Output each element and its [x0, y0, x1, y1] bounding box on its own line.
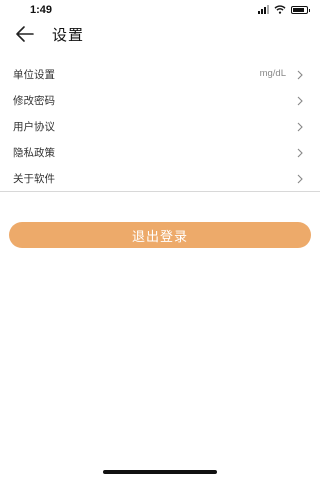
status-time: 1:49 — [30, 4, 53, 16]
chevron-right-icon — [297, 96, 303, 106]
settings-item-privacy-policy[interactable]: 隐私政策 — [0, 140, 320, 166]
battery-icon — [291, 5, 310, 14]
logout-button[interactable]: 退出登录 — [9, 222, 311, 248]
wifi-icon — [274, 5, 286, 14]
settings-item-change-password[interactable]: 修改密码 — [0, 88, 320, 114]
back-arrow-icon[interactable] — [14, 24, 36, 44]
settings-item-label: 修改密码 — [13, 95, 55, 107]
settings-item-label: 隐私政策 — [13, 147, 55, 159]
page-title: 设置 — [52, 26, 85, 44]
header: 设置 — [0, 22, 320, 46]
settings-item-user-agreement[interactable]: 用户协议 — [0, 114, 320, 140]
unit-value: mg/dL — [259, 68, 286, 79]
settings-item-label: 用户协议 — [13, 121, 55, 133]
settings-item-about[interactable]: 关于软件 — [0, 166, 320, 192]
settings-item-label: 单位设置 — [13, 69, 55, 81]
divider — [0, 191, 320, 192]
home-indicator[interactable] — [103, 470, 217, 474]
chevron-right-icon — [297, 70, 303, 80]
settings-list: 单位设置 mg/dL 修改密码 用户协议 隐私政策 关于软件 — [0, 62, 320, 192]
signal-icon — [258, 5, 269, 14]
status-icons — [258, 5, 310, 14]
chevron-right-icon — [297, 148, 303, 158]
status-bar: 1:49 — [0, 0, 320, 22]
settings-screen: 1:49 设置 单位设置 mg/dL 修改密码 用户协议 隐私政策 关于软件 退… — [0, 0, 320, 480]
chevron-right-icon — [297, 122, 303, 132]
settings-item-label: 关于软件 — [13, 173, 55, 185]
settings-item-unit[interactable]: 单位设置 mg/dL — [0, 62, 320, 88]
chevron-right-icon — [297, 174, 303, 184]
